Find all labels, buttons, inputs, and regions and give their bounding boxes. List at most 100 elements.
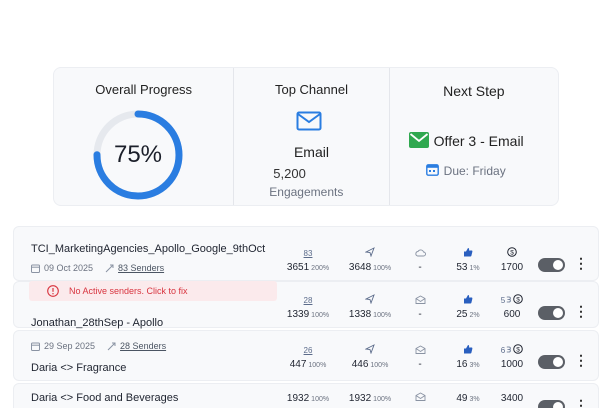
thumbs-up-icon — [463, 344, 473, 357]
senders-link[interactable]: 28 Senders — [120, 341, 166, 351]
senders-icon — [107, 342, 116, 351]
sent-pct: 100% — [373, 396, 392, 403]
campaign-row[interactable]: Daria <> Food and Beverages 1932 100% 193… — [13, 383, 599, 408]
campaign-name[interactable]: Jonathan_28thSep - Apollo — [31, 317, 163, 329]
leads-stat: 28 1339 100% — [284, 295, 332, 320]
envelope-open-icon — [415, 391, 426, 404]
leads-value: 447 — [289, 359, 307, 370]
replied-value: 25 — [456, 309, 468, 320]
revenue-stat: 6 $ 1000 — [496, 344, 528, 370]
campaign-name[interactable]: TCI_MarketingAgencies_Apollo_Google_9thO… — [31, 243, 265, 255]
overall-progress-card: Overall Progress 75% — [54, 68, 233, 205]
calendar-icon — [31, 342, 40, 351]
sent-pct: 100% — [373, 312, 392, 319]
chain-icon — [506, 345, 511, 356]
send-icon — [364, 247, 375, 260]
top-channel-card: Top Channel Email 5,200 Engagements — [233, 68, 388, 205]
leads-pct: 200% — [311, 265, 330, 272]
progress-percent: 75% — [113, 141, 163, 168]
campaign-name[interactable]: Daria <> Fragrance — [31, 362, 126, 374]
opened-stat: - — [410, 294, 430, 320]
replied-stat: 25 2% — [450, 295, 486, 320]
campaign-list: TCI_MarketingAgencies_Apollo_Google_9thO… — [13, 223, 599, 408]
leads-top: 83 — [303, 249, 313, 258]
sent-stat: 446 100% — [344, 344, 396, 370]
leads-pct: 100% — [311, 396, 330, 403]
campaign-active-toggle[interactable] — [538, 258, 565, 272]
revenue-stat: 3400 — [499, 393, 525, 404]
revenue-value: 1000 — [500, 359, 524, 370]
svg-text:$: $ — [516, 296, 520, 303]
row-menu-icon[interactable]: ⋮ — [574, 256, 588, 270]
opened-stat: - — [410, 344, 430, 370]
campaign-row[interactable]: TCI_MarketingAgencies_Apollo_Google_9thO… — [13, 226, 599, 281]
sent-value: 1932 — [348, 393, 372, 404]
row-menu-icon[interactable]: ⋮ — [574, 353, 588, 367]
alert-circle-icon — [47, 285, 59, 297]
campaign-active-toggle[interactable] — [538, 400, 565, 408]
replied-pct: 1% — [469, 265, 480, 272]
senders-link[interactable]: 83 Senders — [118, 263, 164, 273]
leads-pct: 100% — [311, 312, 330, 319]
send-icon — [364, 294, 375, 307]
calendar-icon — [31, 264, 40, 273]
revenue-value: 3400 — [500, 393, 524, 404]
next-step-name: Offer 3 - Email — [433, 133, 524, 149]
next-step-due: Due: Friday — [443, 164, 506, 178]
sent-value: 1338 — [348, 309, 372, 320]
summary-panel: Overall Progress 75% Top Channel Email 5… — [53, 67, 559, 206]
replied-stat: 16 3% — [450, 345, 486, 370]
calendar-icon — [425, 164, 439, 176]
opened-value: - — [418, 309, 422, 320]
leads-stat: 83 3651 200% — [284, 248, 332, 273]
chain-icon — [506, 295, 511, 306]
dollar-icon: $ — [507, 247, 517, 260]
leads-value: 3651 — [286, 262, 310, 273]
next-step-card: Next Step Offer 3 - Email Due: Friday — [388, 68, 558, 205]
revenue-top: 5 — [500, 296, 506, 305]
leads-value: 1339 — [286, 309, 310, 320]
no-active-senders-warning[interactable]: No Active senders. Click to fix — [29, 281, 277, 301]
replied-value: 49 — [456, 393, 468, 404]
campaign-date: 29 Sep 2025 — [44, 341, 96, 351]
revenue-stat: 5 $ 600 — [496, 294, 528, 320]
row-menu-icon[interactable]: ⋮ — [574, 304, 588, 318]
envelope-open-icon — [415, 344, 426, 357]
replied-pct: 2% — [469, 312, 480, 319]
replied-stat: 53 1% — [450, 248, 486, 273]
warning-text: No Active senders. Click to fix — [69, 286, 188, 296]
revenue-stat: $ 1700 — [499, 247, 525, 273]
dollar-icon: $ — [513, 294, 524, 307]
leads-value: 1932 — [286, 393, 310, 404]
opened-stat: - — [410, 248, 430, 273]
engagements-count: 5,200 — [273, 166, 306, 181]
row-menu-icon[interactable]: ⋮ — [574, 398, 588, 408]
campaign-name[interactable]: Daria <> Food and Beverages — [31, 392, 178, 404]
cloud-icon — [414, 248, 426, 260]
revenue-value: 1700 — [500, 262, 524, 273]
send-icon — [364, 344, 375, 357]
sent-stat: 1338 100% — [344, 294, 396, 320]
campaign-row[interactable]: 29 Sep 2025 28 Senders Daria <> Fragranc… — [13, 330, 599, 381]
leads-stat: 26 447 100% — [284, 345, 332, 370]
sent-pct: 100% — [370, 362, 389, 369]
sent-pct: 100% — [373, 265, 392, 272]
replied-pct: 3% — [469, 396, 480, 403]
sent-stat: 1932 100% — [344, 393, 396, 404]
replied-value: 16 — [456, 359, 468, 370]
email-green-icon — [408, 132, 429, 148]
campaign-meta: 29 Sep 2025 28 Senders — [31, 341, 166, 351]
replied-value: 53 — [456, 262, 468, 273]
overall-progress-title: Overall Progress — [95, 82, 193, 97]
campaign-active-toggle[interactable] — [538, 355, 565, 369]
leads-pct: 100% — [308, 362, 327, 369]
replied-stat: 49 3% — [450, 393, 486, 404]
dollar-icon: $ — [513, 344, 524, 357]
leads-top: 28 — [303, 296, 313, 305]
campaign-active-toggle[interactable] — [538, 306, 565, 320]
leads-stat: 1932 100% — [284, 393, 332, 404]
replied-pct: 3% — [469, 362, 480, 369]
opened-value: - — [418, 262, 422, 273]
top-channel-title: Top Channel — [274, 82, 348, 97]
thumbs-up-icon — [463, 247, 473, 260]
